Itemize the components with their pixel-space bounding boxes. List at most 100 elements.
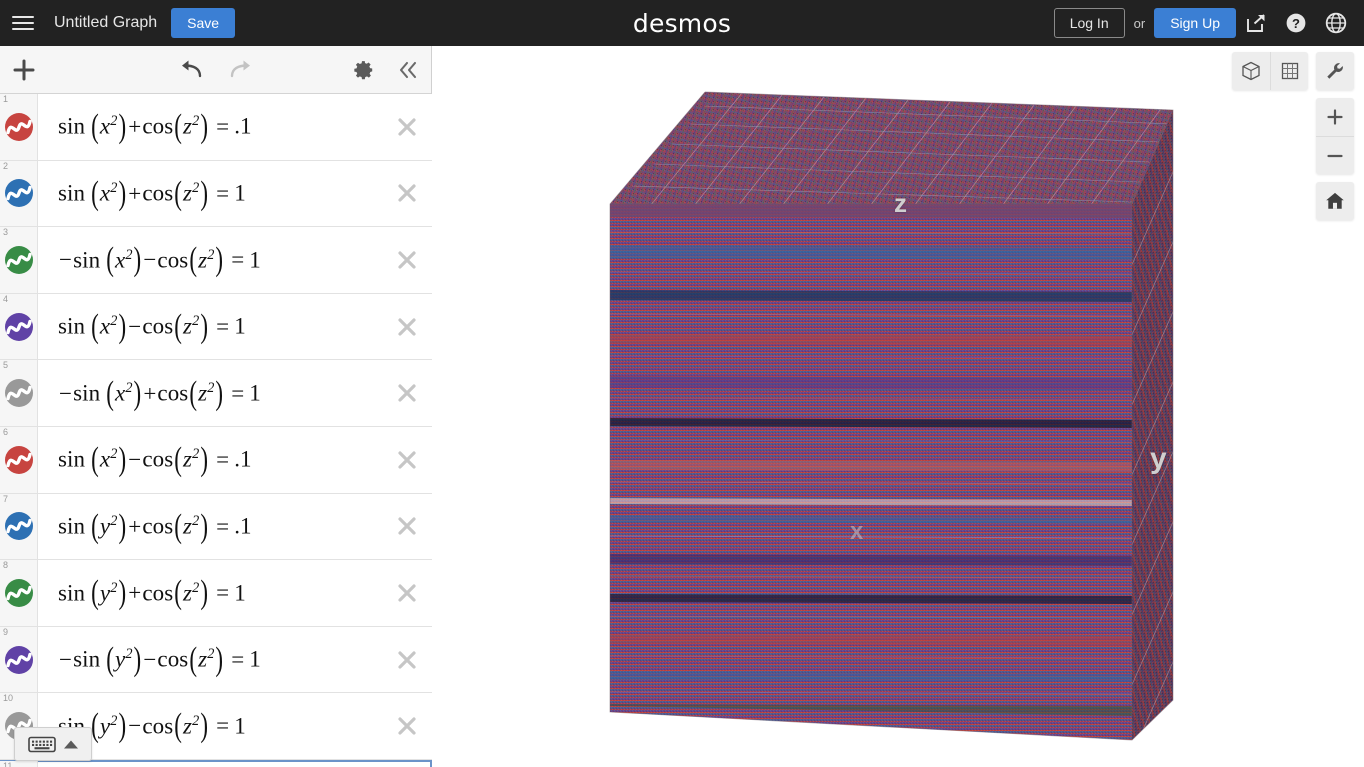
expression-color-swatch[interactable]: 3	[0, 227, 38, 293]
redo-arrow-icon[interactable]	[224, 53, 258, 87]
expression-row[interactable]: 8 sin (y2)+cos(z2) = 1	[0, 560, 432, 627]
graph-tool-buttons	[1232, 52, 1354, 220]
graph-canvas[interactable]: z y x	[432, 46, 1364, 767]
expression-latex: −sin (x2)−cos(z2) = 1	[59, 241, 261, 278]
delete-expression-button[interactable]	[390, 709, 424, 743]
view-mode-toggle-group	[1232, 52, 1308, 90]
expression-math-field[interactable]: sin (y2)−cos(z2) = 1	[38, 693, 432, 759]
expression-math-field[interactable]: sin (y2)+cos(z2) = .1	[38, 494, 432, 560]
gear-icon[interactable]	[347, 53, 381, 87]
expression-color-swatch[interactable]: 9	[0, 626, 38, 693]
expression-math-field[interactable]: sin (x2)+cos(z2) = 1	[38, 161, 432, 227]
expression-math-field[interactable]: −sin (x2)+cos(z2) = 1	[38, 360, 432, 426]
zoom-out-button[interactable]	[1316, 136, 1354, 174]
help-icon[interactable]: ?	[1276, 0, 1316, 46]
expression-index: 9	[3, 626, 9, 637]
home-icon[interactable]	[1316, 182, 1354, 220]
wrench-icon[interactable]	[1316, 52, 1354, 90]
log-in-button[interactable]: Log In	[1053, 8, 1125, 38]
expression-index: 11	[3, 760, 13, 767]
expression-list[interactable]: 1 sin (x2)+cos(z2) = .1 2 sin (x2)+cos(z2) = 1 3 −s…	[0, 94, 432, 767]
undo-arrow-icon[interactable]	[174, 53, 208, 87]
cube-top-face	[610, 92, 1173, 204]
expression-row[interactable]: 1 sin (x2)+cos(z2) = .1	[0, 94, 432, 161]
surface-icon	[4, 578, 33, 607]
expression-color-swatch[interactable]: 11	[0, 760, 38, 767]
home-button-group	[1316, 182, 1354, 220]
expression-math-field[interactable]	[38, 761, 431, 767]
expression-index: 10	[3, 693, 14, 704]
expression-index: 5	[3, 360, 9, 371]
expression-math-field[interactable]: sin (x2)−cos(z2) = .1	[38, 427, 432, 493]
surface-icon	[4, 379, 33, 408]
add-expression-button[interactable]	[0, 46, 48, 94]
globe-icon[interactable]	[1316, 0, 1356, 46]
expression-row[interactable]: 6 sin (x2)−cos(z2) = .1	[0, 426, 432, 494]
toolbar-right-group	[347, 53, 425, 87]
share-icon[interactable]	[1236, 0, 1276, 46]
expression-index: 3	[3, 227, 9, 238]
expression-color-swatch[interactable]: 5	[0, 360, 38, 426]
delete-expression-button[interactable]	[390, 643, 424, 677]
zoom-button-group	[1316, 98, 1354, 174]
expression-latex: −sin (y2)−cos(z2) = 1	[59, 641, 261, 678]
surface-icon	[4, 312, 33, 341]
zoom-in-button[interactable]	[1316, 98, 1354, 136]
expression-row[interactable]: 9 −sin (y2)−cos(z2) = 1	[0, 626, 432, 694]
app-header: Untitled Graph Save desmos Log In or Sig…	[0, 0, 1364, 46]
triangle-up-icon	[63, 740, 78, 748]
expression-color-swatch[interactable]: 1	[0, 94, 38, 160]
delete-expression-button[interactable]	[390, 310, 424, 344]
expression-color-swatch[interactable]: 4	[0, 293, 38, 360]
delete-expression-button[interactable]	[390, 176, 424, 210]
expression-sidebar: 1 sin (x2)+cos(z2) = .1 2 sin (x2)+cos(z2) = 1 3 −s…	[0, 46, 432, 767]
cube-front-face	[609, 204, 1133, 740]
delete-expression-button[interactable]	[390, 576, 424, 610]
expression-index: 4	[3, 293, 9, 304]
expression-latex: sin (y2)+cos(z2) = 1	[58, 574, 246, 611]
delete-expression-button[interactable]	[390, 376, 424, 410]
expression-math-field[interactable]: sin (y2)+cos(z2) = 1	[38, 560, 432, 626]
graph-3d-scene	[609, 91, 1174, 741]
surface-icon	[4, 179, 33, 208]
expression-toolbar	[0, 46, 431, 94]
grid-2d-icon[interactable]	[1270, 52, 1308, 90]
svg-text:?: ?	[1292, 16, 1300, 31]
keyboard-toggle-button[interactable]	[14, 727, 92, 761]
expression-math-field[interactable]: −sin (x2)−cos(z2) = 1	[38, 227, 432, 293]
expression-row[interactable]: 4 sin (x2)−cos(z2) = 1	[0, 293, 432, 361]
surface-icon	[4, 112, 33, 141]
expression-color-swatch[interactable]: 6	[0, 426, 38, 493]
delete-expression-button[interactable]	[390, 443, 424, 477]
double-chevron-left-icon[interactable]	[391, 53, 425, 87]
expression-index: 1	[3, 94, 9, 104]
expression-latex: −sin (x2)+cos(z2) = 1	[59, 374, 261, 411]
expression-latex: sin (x2)−cos(z2) = .1	[58, 441, 252, 478]
settings-wrench-group	[1316, 52, 1354, 90]
expression-latex: sin (x2)+cos(z2) = 1	[58, 174, 246, 212]
expression-color-swatch[interactable]: 8	[0, 560, 38, 626]
save-button[interactable]: Save	[171, 8, 236, 38]
expression-row[interactable]: 7 sin (y2)+cos(z2) = .1	[0, 493, 432, 561]
expression-index: 7	[3, 493, 9, 504]
expression-math-field[interactable]: sin (x2)−cos(z2) = 1	[38, 294, 432, 360]
sign-up-button[interactable]: Sign Up	[1154, 8, 1236, 38]
graph-title-input[interactable]: Untitled Graph	[54, 14, 157, 32]
expression-math-field[interactable]: −sin (y2)−cos(z2) = 1	[38, 627, 432, 693]
cube-3d-icon[interactable]	[1232, 52, 1270, 90]
expression-math-field[interactable]: sin (x2)+cos(z2) = .1	[38, 94, 432, 160]
header-actions: Log In or Sign Up ?	[1053, 0, 1356, 46]
delete-expression-button[interactable]	[390, 243, 424, 277]
expression-row[interactable]: 2 sin (x2)+cos(z2) = 1	[0, 160, 432, 228]
expression-row[interactable]: 3 −sin (x2)−cos(z2) = 1	[0, 227, 432, 294]
expression-index: 8	[3, 560, 9, 571]
hamburger-icon[interactable]	[0, 0, 46, 46]
expression-index: 6	[3, 426, 9, 437]
expression-row[interactable]: 5 −sin (x2)+cos(z2) = 1	[0, 360, 432, 427]
expression-color-swatch[interactable]: 2	[0, 160, 38, 227]
expression-index: 2	[3, 160, 9, 171]
delete-expression-button[interactable]	[390, 110, 424, 144]
expression-color-swatch[interactable]: 7	[0, 493, 38, 560]
delete-expression-button[interactable]	[390, 509, 424, 543]
surface-icon	[4, 245, 33, 274]
